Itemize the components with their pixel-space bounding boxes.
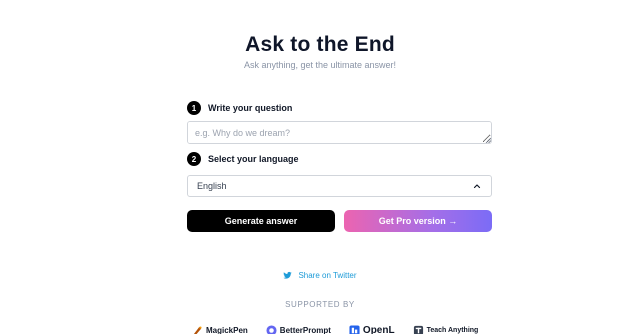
betterprompt-logo: [266, 325, 277, 334]
page-subtitle: Ask anything, get the ultimate answer!: [243, 60, 397, 70]
step-1: 1 Write your question: [187, 101, 292, 115]
step-1-label: Write your question: [208, 103, 293, 113]
step-2-label: Select your language: [208, 154, 299, 164]
share-twitter-label: Share on Twitter: [298, 271, 357, 280]
sponsor-name: Teach Anything: [426, 327, 479, 334]
step-2-number: 2: [187, 152, 201, 166]
sponsors-row: MagickPen BetterPrompt OpenL Teach Anyth…: [192, 325, 496, 334]
twitter-icon: [283, 271, 293, 279]
sponsor-name: BetterPrompt: [279, 326, 331, 334]
sponsor-name: MagickPen: [206, 326, 248, 334]
sponsor-betterprompt[interactable]: BetterPrompt: [266, 325, 331, 334]
magickpen-logo: [193, 326, 202, 334]
sponsor-magickpen[interactable]: MagickPen: [192, 325, 248, 334]
share-row: Share on Twitter: [0, 271, 640, 280]
language-select-value: English: [197, 181, 227, 191]
supported-by-heading: SUPPORTED BY: [285, 300, 355, 309]
generate-answer-button[interactable]: Generate answer: [187, 210, 335, 232]
step-2: 2 Select your language: [187, 152, 299, 166]
sponsor-openl[interactable]: OpenL: [349, 325, 395, 334]
sponsor-name: OpenL: [362, 325, 395, 334]
page-title: Ask to the End: [245, 33, 395, 56]
teach-anything-logo: [413, 325, 423, 334]
step-1-number: 1: [187, 101, 201, 115]
openl-logo: [349, 325, 360, 334]
share-twitter-link[interactable]: Share on Twitter: [283, 271, 357, 280]
sponsor-teach-anything[interactable]: Teach Anything: [413, 325, 479, 334]
language-select[interactable]: English: [187, 175, 492, 197]
get-pro-button[interactable]: Get Pro version →: [344, 210, 492, 232]
question-input[interactable]: [187, 121, 492, 144]
chevron-up-icon: [473, 184, 481, 189]
